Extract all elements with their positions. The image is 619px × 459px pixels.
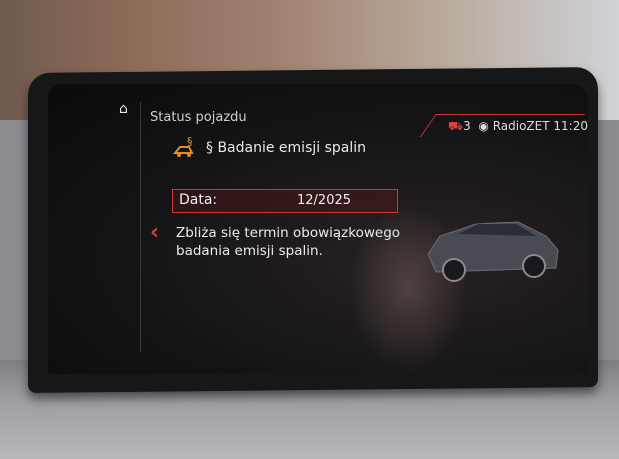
notification-count: 3 — [463, 119, 471, 133]
left-rail — [118, 102, 141, 352]
emission-warning-icon: § — [172, 135, 198, 162]
svg-text:§: § — [187, 136, 193, 148]
status-bar: ⛟3 ◉ RadioZET 11:20 — [448, 119, 588, 135]
date-value: 12/2025 — [297, 193, 352, 208]
car-icon: ⛟ — [448, 119, 464, 133]
radio-icon: ◉ — [478, 119, 489, 133]
item-header: § § Badanie emisji spalin — [172, 135, 382, 164]
infotainment-screen: ⌂ Status pojazdu ⛟3 ◉ RadioZET 11:20 § §… — [48, 84, 588, 374]
page-title: Status pojazdu — [150, 110, 247, 125]
radio-station: RadioZET — [492, 119, 550, 133]
home-icon[interactable]: ⌂ — [119, 102, 133, 116]
vehicle-image — [427, 221, 559, 282]
chevron-left-icon[interactable]: ‹ — [150, 222, 162, 244]
item-title: § Badanie emisji spalin — [206, 140, 367, 156]
date-label: Data: — [179, 192, 218, 208]
clock: 11:20 — [553, 119, 588, 133]
